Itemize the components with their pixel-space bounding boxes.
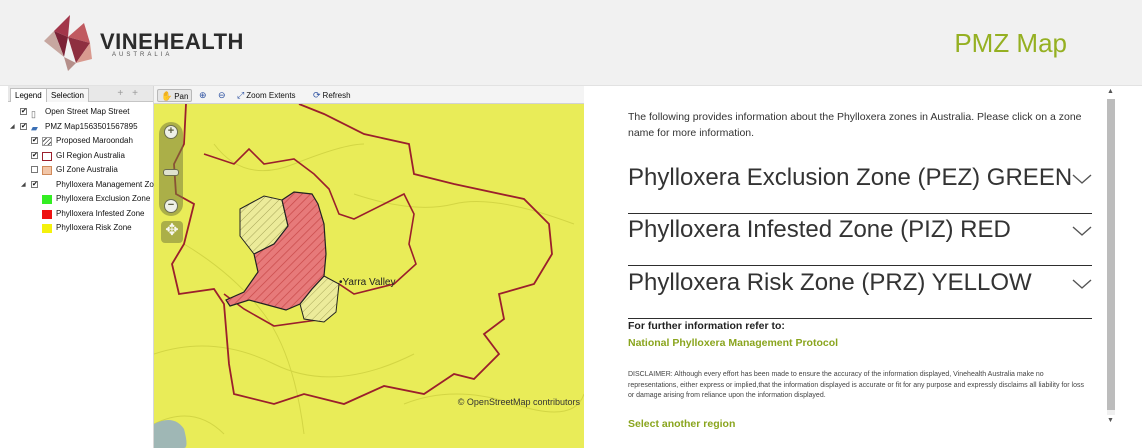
- scroll-up-icon[interactable]: ▲: [1107, 88, 1114, 95]
- layer-label: GI Region Australia: [56, 150, 125, 160]
- zoom-slider-thumb[interactable]: [163, 169, 179, 176]
- outline-swatch-icon: [42, 151, 52, 161]
- legend-entry: Phylloxera Exclusion Zone: [8, 192, 153, 207]
- legend-entry: Phylloxera Risk Zone: [8, 221, 153, 236]
- chevron-down-icon[interactable]: [1072, 224, 1092, 238]
- map-attribution[interactable]: © OpenStreetMap contributors: [458, 397, 580, 407]
- zone-title[interactable]: Phylloxera Infested Zone (PIZ) RED: [628, 216, 1011, 244]
- expand-all-button[interactable]: +: [117, 88, 132, 99]
- collapse-all-button[interactable]: +: [132, 88, 147, 99]
- zoom-minus-button[interactable]: −: [164, 199, 178, 213]
- page-title: PMZ Map: [954, 28, 1067, 58]
- header: VINEHEALTH AUSTRALIA PMZ Map: [0, 0, 1142, 86]
- layer-row[interactable]: ✔ GI Region Australia: [8, 149, 153, 164]
- zoom-out-button[interactable]: ⊖: [215, 89, 231, 102]
- zoom-extents-button[interactable]: ⤢ Zoom Extents: [234, 89, 299, 102]
- legend-entry: Phylloxera Infested Zone: [8, 207, 153, 222]
- red-swatch-icon: [42, 209, 52, 219]
- legend-tools: ++: [117, 88, 147, 99]
- legend-label: Phylloxera Infested Zone: [56, 208, 145, 218]
- legend-panel: Legend Selection ++ ✔ ▯ Open Street Map …: [8, 86, 154, 448]
- layer-checkbox[interactable]: ✔: [20, 122, 27, 130]
- protocol-link[interactable]: National Phylloxera Management Protocol: [628, 337, 838, 349]
- layer-row[interactable]: ✔ ▯ Open Street Map Street: [8, 105, 153, 120]
- fill-swatch-icon: [42, 166, 52, 175]
- folder-icon: ▰: [31, 122, 38, 133]
- zone-accordion-pez[interactable]: Phylloxera Exclusion Zone (PEZ) GREEN: [628, 164, 1092, 214]
- layer-row[interactable]: ◢ ✔ ▰ PMZ Map1563501567895: [8, 120, 153, 135]
- scroll-down-icon[interactable]: ▼: [1107, 417, 1114, 424]
- select-region-link[interactable]: Select another region: [628, 418, 735, 430]
- map-canvas[interactable]: + − ✥ •Yarra Valley © OpenStreetMap cont…: [154, 104, 584, 448]
- logo-subtext: AUSTRALIA: [112, 52, 173, 58]
- layer-row[interactable]: ✔ Proposed Maroondah: [8, 134, 153, 149]
- zone-title[interactable]: Phylloxera Exclusion Zone (PEZ) GREEN: [628, 164, 1072, 192]
- legend-tabs: Legend Selection ++: [8, 86, 153, 102]
- layer-checkbox[interactable]: ✔: [31, 180, 38, 188]
- layer-label: GI Zone Australia: [56, 165, 118, 174]
- layer-label: Proposed Maroondah: [56, 136, 133, 145]
- hand-icon: ✋: [161, 91, 173, 101]
- refresh-icon: ⟳: [313, 90, 321, 100]
- map-place-label: •Yarra Valley: [339, 277, 396, 288]
- green-swatch-icon: [42, 195, 52, 204]
- layer-row[interactable]: GI Zone Australia: [8, 163, 153, 178]
- zoom-plus-button[interactable]: +: [164, 125, 178, 139]
- chevron-down-icon[interactable]: [1072, 172, 1092, 186]
- info-scrollbar[interactable]: ▲ ▼: [1104, 86, 1118, 448]
- zoom-in-button[interactable]: ⊕: [196, 89, 212, 102]
- map-toolbar: ✋ Pan ⊕ ⊖ ⤢ Zoom Extents ⟳ Refresh: [154, 86, 584, 104]
- pan-button[interactable]: ✋ Pan: [157, 89, 193, 102]
- further-info-heading: For further information refer to:: [628, 320, 785, 332]
- zone-info-panel: The following provides information about…: [584, 86, 1104, 448]
- zoom-out-icon: ⊖: [218, 90, 226, 100]
- yellow-swatch-icon: [42, 224, 52, 233]
- vine-leaf-logo-icon: [44, 15, 92, 71]
- layer-checkbox[interactable]: ✔: [31, 137, 38, 144]
- legend-label: Phylloxera Risk Zone: [56, 223, 132, 232]
- pan-label: Pan: [174, 92, 189, 101]
- hatched-swatch-icon: [42, 137, 52, 146]
- layer-row[interactable]: ◢ ✔ Phylloxera Management Zo: [8, 178, 154, 193]
- layer-label: Open Street Map Street: [45, 107, 130, 116]
- chevron-down-icon[interactable]: ◢: [21, 178, 26, 192]
- scroll-thumb[interactable]: [1107, 99, 1115, 410]
- layer-checkbox[interactable]: [31, 166, 38, 173]
- layer-label: Phylloxera Management Zo: [56, 179, 154, 189]
- refresh-button[interactable]: ⟳ Refresh: [310, 89, 354, 102]
- zoom-slider[interactable]: + −: [159, 122, 183, 216]
- pan-control-icon[interactable]: ✥: [161, 221, 183, 243]
- zoom-extents-icon: ⤢: [237, 90, 245, 100]
- chevron-down-icon[interactable]: [1072, 277, 1092, 291]
- legend-label: Phylloxera Exclusion Zone: [56, 194, 151, 203]
- intro-text: The following provides information about…: [628, 111, 1082, 139]
- layer-checkbox[interactable]: ✔: [31, 151, 38, 159]
- vinehealth-logo[interactable]: VINEHEALTH AUSTRALIA: [40, 13, 243, 73]
- chevron-down-icon[interactable]: ◢: [10, 120, 15, 134]
- refresh-label: Refresh: [322, 91, 351, 100]
- zone-accordion-piz[interactable]: Phylloxera Infested Zone (PIZ) RED: [628, 216, 1092, 266]
- layer-checkbox[interactable]: ✔: [20, 108, 27, 115]
- tab-legend[interactable]: Legend: [10, 88, 47, 102]
- layer-label: PMZ Map1563501567895: [45, 121, 138, 131]
- zone-title[interactable]: Phylloxera Risk Zone (PRZ) YELLOW: [628, 269, 1032, 297]
- layer-tree: ✔ ▯ Open Street Map Street ◢ ✔ ▰ PMZ Map…: [8, 102, 154, 236]
- zone-accordion-prz[interactable]: Phylloxera Risk Zone (PRZ) YELLOW: [628, 269, 1092, 319]
- disclaimer-text: DISCLAIMER: Although every effort has be…: [628, 371, 1084, 399]
- zoom-extents-label: Zoom Extents: [246, 91, 296, 100]
- zoom-in-icon: ⊕: [199, 90, 207, 100]
- tab-selection[interactable]: Selection: [46, 88, 89, 102]
- app-root: VINEHEALTH AUSTRALIA PMZ Map Legend Sele…: [0, 0, 1142, 448]
